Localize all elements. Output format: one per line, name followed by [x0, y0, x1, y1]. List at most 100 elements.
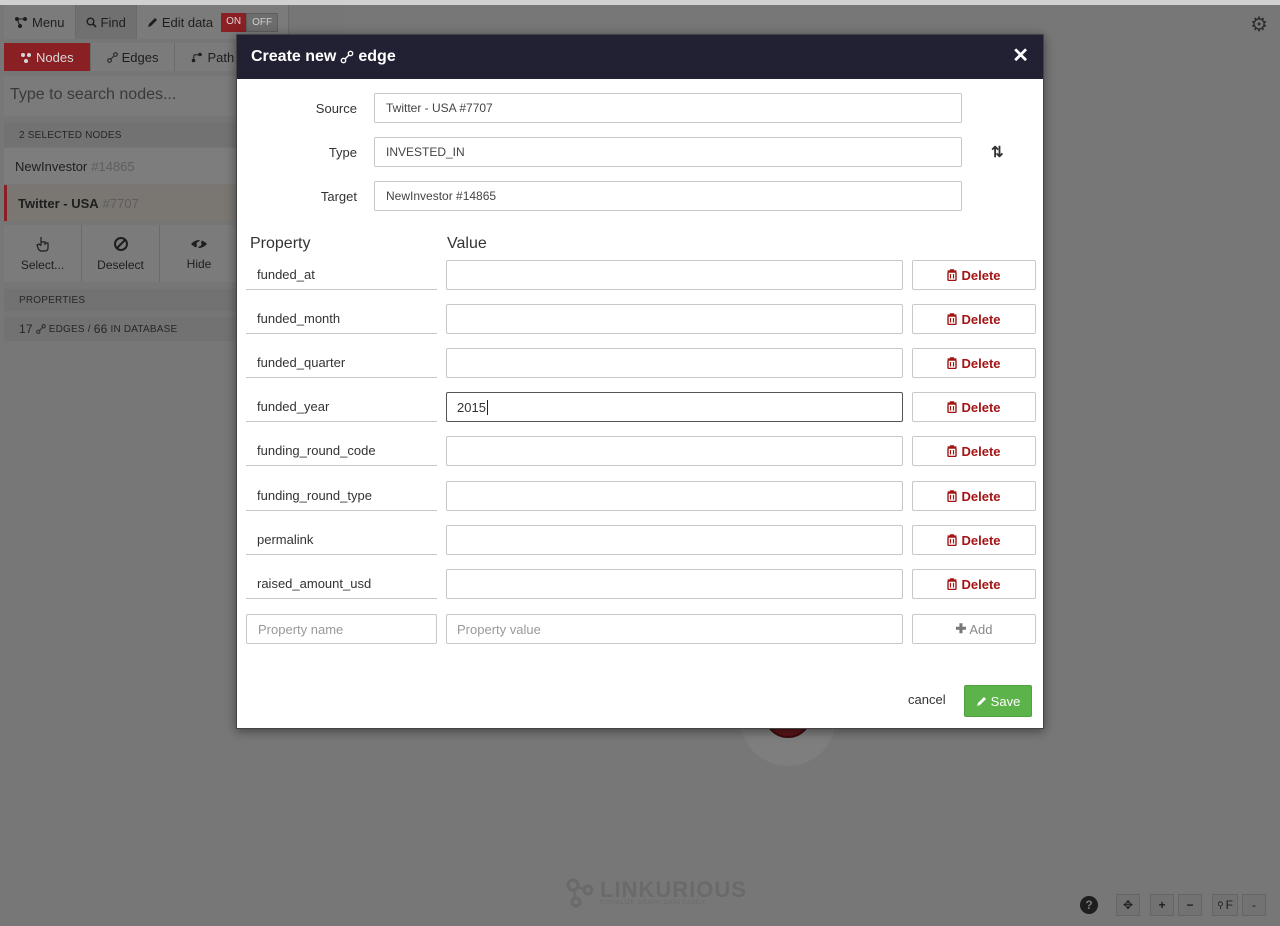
- eye-slash-icon: [190, 237, 208, 251]
- source-label: Source: [315, 100, 357, 116]
- trash-icon: [947, 578, 958, 590]
- pointer-icon: [35, 236, 50, 252]
- property-name: funding_round_type: [246, 481, 437, 511]
- property-name: funded_quarter: [246, 348, 437, 378]
- selected-node-item[interactable]: NewInvestor #14865: [4, 148, 238, 184]
- property-value-field[interactable]: 2015: [446, 392, 903, 422]
- delete-label: Delete: [961, 576, 1001, 592]
- property-value-field[interactable]: [446, 569, 903, 599]
- delete-property-button[interactable]: Delete: [912, 525, 1036, 555]
- trash-icon: [947, 445, 958, 457]
- delete-property-button[interactable]: Delete: [912, 348, 1036, 378]
- map-controls: ? ✥ + − ⚲ F -: [1080, 894, 1266, 916]
- hide-button[interactable]: Hide: [160, 225, 238, 282]
- save-button[interactable]: Save: [964, 685, 1032, 717]
- property-value-field[interactable]: [446, 481, 903, 511]
- trash-icon: [947, 357, 958, 369]
- dialog-title: Create new edge: [251, 48, 396, 65]
- search-tabs: Nodes Edges Path: [4, 43, 242, 71]
- tab-edges[interactable]: Edges: [90, 43, 176, 71]
- dialog-header: Create new edge ✕: [237, 35, 1043, 79]
- delete-property-button[interactable]: Delete: [912, 569, 1036, 599]
- node-search-input[interactable]: Type to search nodes...: [4, 76, 238, 116]
- zoom-out-button[interactable]: −: [1178, 894, 1203, 916]
- text-caret: [486, 399, 488, 415]
- delete-label: Delete: [961, 532, 1001, 548]
- center-icon[interactable]: ✥: [1116, 894, 1141, 916]
- tab-edges-label: Edges: [121, 49, 159, 65]
- trash-icon: [947, 313, 958, 325]
- close-icon[interactable]: ✕: [1012, 43, 1029, 68]
- property-value-input[interactable]: Property value: [446, 614, 903, 644]
- selected-node-item[interactable]: Twitter - USA #7707: [4, 185, 238, 221]
- trash-icon: [947, 534, 958, 546]
- property-column-header: Property: [250, 235, 311, 252]
- property-name: funded_at: [246, 260, 437, 290]
- delete-label: Delete: [961, 267, 1001, 283]
- settings-gear-icon[interactable]: ⚙: [1250, 12, 1268, 37]
- nodes-icon: [20, 52, 32, 63]
- property-value-field[interactable]: [446, 525, 903, 555]
- toggle-on[interactable]: ON: [221, 12, 247, 32]
- delete-property-button[interactable]: Delete: [912, 436, 1036, 466]
- property-name: funded_year: [246, 392, 437, 422]
- property-value-field[interactable]: [446, 348, 903, 378]
- trash-icon: [947, 269, 958, 281]
- new-property-row: Property name Property value ✚ Add: [246, 614, 1036, 644]
- properties-header[interactable]: Properties: [4, 289, 238, 311]
- type-row: Type INVESTED_IN ⇅: [237, 137, 1045, 167]
- swap-direction-icon[interactable]: ⇅: [991, 143, 1004, 161]
- pencil-icon: [976, 696, 987, 707]
- delete-property-button[interactable]: Delete: [912, 392, 1036, 422]
- property-name-input[interactable]: Property name: [246, 614, 437, 644]
- target-field[interactable]: NewInvestor #14865: [374, 181, 962, 211]
- edit-data-label: Edit data: [161, 14, 214, 30]
- target-row: Target NewInvestor #14865: [237, 181, 1045, 211]
- menu-button[interactable]: Menu: [4, 5, 76, 39]
- layout-button[interactable]: ⚲ F: [1212, 894, 1238, 916]
- source-row: Source Twitter - USA #7707: [237, 93, 1045, 123]
- property-name: raised_amount_usd: [246, 569, 437, 599]
- search-icon: [86, 17, 97, 28]
- delete-property-button[interactable]: Delete: [912, 304, 1036, 334]
- cancel-button[interactable]: cancel: [908, 692, 946, 707]
- edges-count-header[interactable]: 17 edges / 66 in database: [4, 317, 238, 341]
- delete-label: Delete: [961, 443, 1001, 459]
- delete-property-button[interactable]: Delete: [912, 481, 1036, 511]
- create-edge-dialog: Create new edge ✕ Source Twitter - USA #…: [236, 34, 1044, 729]
- tab-path-label: Path: [207, 49, 235, 65]
- delete-label: Delete: [961, 311, 1001, 327]
- property-value-field[interactable]: [446, 304, 903, 334]
- toggle-off[interactable]: OFF: [246, 12, 279, 32]
- menu-label: Menu: [32, 14, 65, 30]
- property-row: funded_quarter Delete: [246, 348, 1036, 378]
- graph-icon: [14, 16, 28, 28]
- edit-data-toggle[interactable]: ON OFF: [221, 12, 279, 32]
- help-icon[interactable]: ?: [1080, 896, 1099, 914]
- property-value-field[interactable]: [446, 260, 903, 290]
- ban-icon: [113, 236, 129, 252]
- layout-dropdown[interactable]: -: [1242, 894, 1266, 916]
- edge-icon: [340, 50, 354, 64]
- select-button[interactable]: Select...: [4, 225, 82, 282]
- delete-label: Delete: [961, 355, 1001, 371]
- type-field[interactable]: INVESTED_IN: [374, 137, 962, 167]
- deselect-button[interactable]: Deselect: [82, 225, 160, 282]
- property-name: funding_round_code: [246, 436, 437, 466]
- delete-label: Delete: [961, 488, 1001, 504]
- edge-icon: [106, 51, 118, 63]
- find-button[interactable]: Find: [75, 5, 137, 39]
- source-field[interactable]: Twitter - USA #7707: [374, 93, 962, 123]
- linkurious-logo: LINKURIOUS VISUALIZE GRAPH DATA EASILY: [566, 878, 747, 908]
- tab-nodes[interactable]: Nodes: [4, 43, 91, 71]
- property-value-field[interactable]: [446, 436, 903, 466]
- property-name: permalink: [246, 525, 437, 555]
- type-label: Type: [328, 144, 357, 160]
- zoom-in-button[interactable]: +: [1150, 894, 1175, 916]
- property-row: funded_at Delete: [246, 260, 1036, 290]
- property-row: funding_round_type Delete: [246, 481, 1036, 511]
- tab-path[interactable]: Path: [175, 43, 242, 71]
- delete-property-button[interactable]: Delete: [912, 260, 1036, 290]
- plus-icon: ✚: [955, 621, 967, 636]
- add-property-button[interactable]: ✚ Add: [912, 614, 1036, 644]
